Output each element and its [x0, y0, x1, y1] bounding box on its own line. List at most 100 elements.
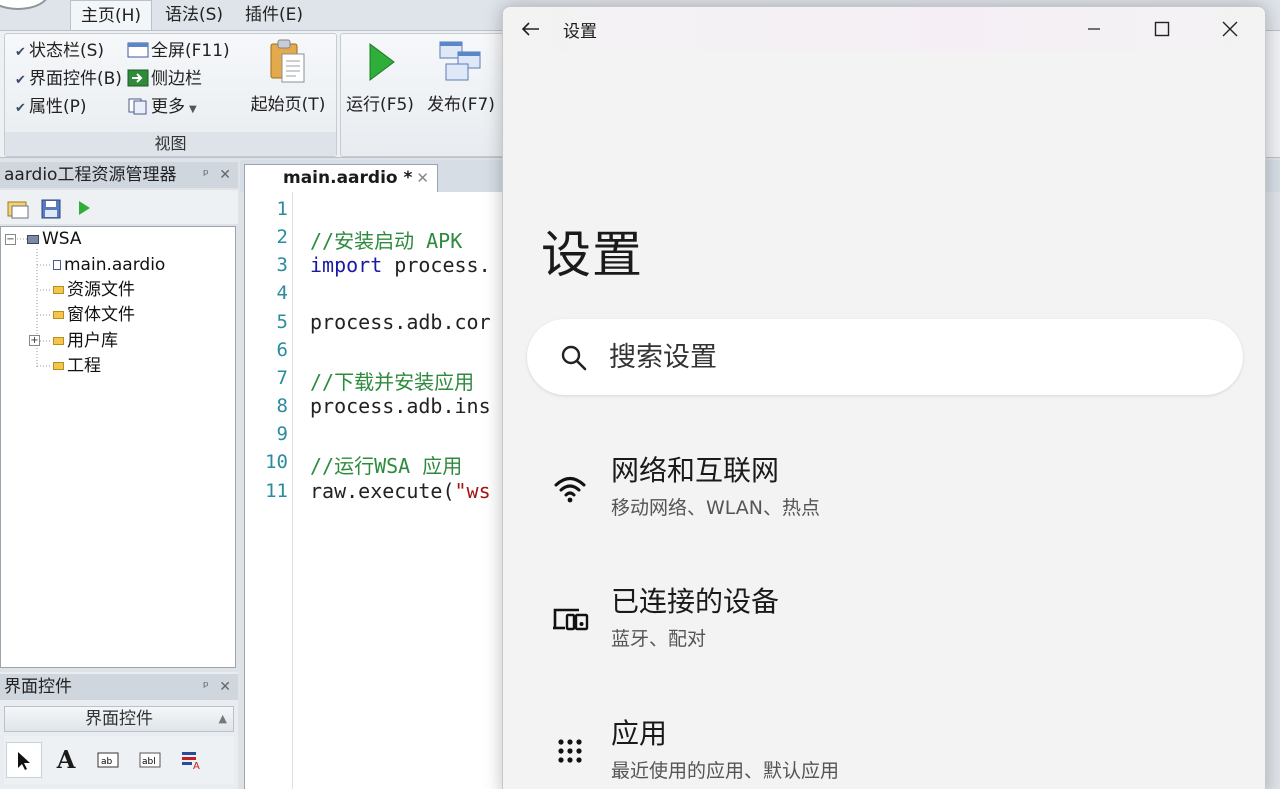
code-text: process. — [382, 253, 491, 277]
code-editor[interactable]: 1 2 3 4 5 6 7 8 9 10 11 //安装启动 APK impor… — [244, 192, 504, 789]
code-text: raw.execute( — [310, 479, 455, 503]
styled-text-icon: A — [182, 752, 200, 772]
tree-root-label: WSA — [42, 229, 82, 249]
line-number: 10 — [265, 451, 288, 473]
minimize-icon[interactable] — [1069, 13, 1119, 45]
menu-plugins[interactable]: 插件(E) — [235, 0, 313, 30]
ui-header-label: 界面控件 — [85, 709, 153, 729]
line-number: 6 — [276, 339, 288, 361]
richedit-tool[interactable]: abl — [132, 742, 168, 778]
code-line-import: import process. — [310, 253, 491, 277]
line-number: 7 — [276, 367, 288, 389]
code-keyword: import — [310, 253, 383, 277]
devices-icon — [553, 608, 589, 631]
folder-icon — [53, 362, 64, 370]
tree-item-project[interactable]: 工程 — [53, 354, 101, 378]
wifi-icon — [554, 477, 586, 503]
sidebar-icon — [127, 69, 149, 87]
expand-userlib-toggle[interactable]: + — [29, 335, 40, 346]
line-number: 2 — [276, 226, 288, 248]
more-button[interactable]: 更多 ▼ — [127, 94, 197, 120]
settings-title-text: 设置 — [563, 22, 597, 42]
settings-window: 设置 设置 网络和互联网 移动网络、WLAN、热点 已连接的设备 蓝牙、配对 — [502, 6, 1266, 789]
code-line: process.adb.ins — [310, 394, 491, 418]
nav-item-network[interactable]: 网络和互联网 移动网络、WLAN、热点 — [527, 441, 1243, 541]
nav-description: 蓝牙、配对 — [611, 628, 707, 650]
dropdown-arrow-icon: ▼ — [189, 104, 197, 115]
search-input[interactable] — [609, 337, 1169, 377]
check-icon: ✔ — [15, 101, 26, 116]
view-group: ✔ 状态栏(S) ✔ 界面控件(B) ✔ 属性(P) 全屏(F11) 侧边栏 更多 ▼ … — [4, 33, 337, 157]
menu-home[interactable]: 主页(H) — [70, 0, 153, 30]
font-tool[interactable]: A — [174, 742, 210, 778]
save-icon[interactable] — [40, 198, 62, 220]
run-label: 运行(F5) — [346, 95, 414, 115]
svg-text:ab: ab — [101, 757, 113, 767]
statusbar-label: 状态栏(S) — [29, 41, 105, 61]
nav-label: 已连接的设备 — [611, 585, 780, 618]
pointer-tool[interactable] — [6, 742, 42, 778]
menu-syntax[interactable]: 语法(S) — [155, 0, 233, 30]
run-group: 运行(F5) 发布(F7) — [340, 33, 510, 157]
nav-label: 应用 — [611, 717, 668, 750]
run-small-icon[interactable] — [74, 198, 94, 218]
tree-item-label: 窗体文件 — [67, 305, 135, 325]
documents-icon — [128, 98, 147, 115]
tree-item-label: 用户库 — [67, 331, 118, 351]
page-title: 设置 — [541, 226, 643, 284]
tree-item-root[interactable]: WSA — [27, 227, 82, 251]
check-icon: ✔ — [15, 45, 26, 60]
label-tool-icon[interactable]: A — [48, 742, 84, 778]
project-panel-title: aardio工程资源管理器 ᵖ ✕ — [0, 162, 238, 188]
collapse-root-toggle[interactable]: − — [5, 234, 16, 245]
app-menu-button[interactable] — [0, 0, 50, 10]
sidebar-button[interactable]: 侧边栏 — [127, 66, 202, 92]
ui-panel-title: 界面控件 ᵖ ✕ — [0, 674, 238, 700]
folder-icon — [53, 286, 64, 294]
fullscreen-icon — [127, 42, 149, 58]
code-line: process.adb.cor — [310, 310, 491, 334]
pin-close-icons[interactable]: ᵖ ✕ — [203, 162, 234, 188]
tree-item-label: 工程 — [67, 356, 101, 376]
nav-label: 网络和互联网 — [611, 454, 780, 487]
close-icon[interactable] — [1205, 13, 1255, 45]
textbox-icon: ab — [97, 752, 119, 768]
line-number: 11 — [265, 480, 288, 502]
fullscreen-button[interactable]: 全屏(F11) — [127, 38, 230, 64]
label-box-icon: abl — [139, 752, 161, 768]
publish-button[interactable]: 发布(F7) — [421, 38, 501, 115]
tree-item-resources[interactable]: 资源文件 — [53, 278, 135, 302]
tree-item-forms[interactable]: 窗体文件 — [53, 303, 135, 327]
start-page-label: 起始页(T) — [250, 95, 326, 115]
project-toolbar — [0, 190, 238, 224]
project-panel-title-text: aardio工程资源管理器 — [4, 165, 177, 185]
folder-icon — [53, 311, 64, 319]
start-page-button[interactable]: 起始页(T) — [243, 38, 333, 115]
tab-main-aardio[interactable]: main.aardio * ✕ — [244, 164, 438, 192]
file-icon — [53, 260, 61, 270]
svg-text:A: A — [193, 761, 200, 770]
close-tab-icon[interactable]: ✕ — [416, 165, 429, 192]
tab-label: main.aardio * — [283, 168, 413, 188]
ui-controls-toggle[interactable]: ✔ 界面控件(B) — [15, 66, 122, 92]
tree-item-main[interactable]: main.aardio — [53, 253, 165, 277]
line-number-gutter: 1 2 3 4 5 6 7 8 9 10 11 — [257, 192, 293, 789]
run-button[interactable]: 运行(F5) — [343, 38, 417, 115]
apps-grid-icon — [558, 739, 582, 763]
pin-close-icons[interactable]: ᵖ ✕ — [203, 674, 234, 700]
collapse-up-icon[interactable]: ▲ — [219, 707, 227, 731]
tree-item-userlib[interactable]: 用户库 — [53, 329, 118, 353]
nav-item-devices[interactable]: 已连接的设备 蓝牙、配对 — [527, 572, 1243, 672]
back-arrow-icon[interactable] — [517, 15, 545, 43]
properties-toggle[interactable]: ✔ 属性(P) — [15, 94, 87, 120]
nav-item-apps[interactable]: 应用 最近使用的应用、默认应用 — [527, 704, 1243, 789]
control-toolbox: A ab abl A — [4, 736, 234, 784]
ui-controls-header[interactable]: 界面控件 ▲ — [4, 706, 234, 732]
search-box[interactable] — [527, 319, 1243, 395]
edit-box-tool[interactable]: ab — [90, 742, 126, 778]
line-number: 9 — [276, 423, 288, 445]
statusbar-toggle[interactable]: ✔ 状态栏(S) — [15, 38, 104, 64]
maximize-icon[interactable] — [1137, 13, 1187, 45]
svg-text:abl: abl — [142, 757, 156, 767]
open-project-icon[interactable] — [6, 198, 30, 220]
